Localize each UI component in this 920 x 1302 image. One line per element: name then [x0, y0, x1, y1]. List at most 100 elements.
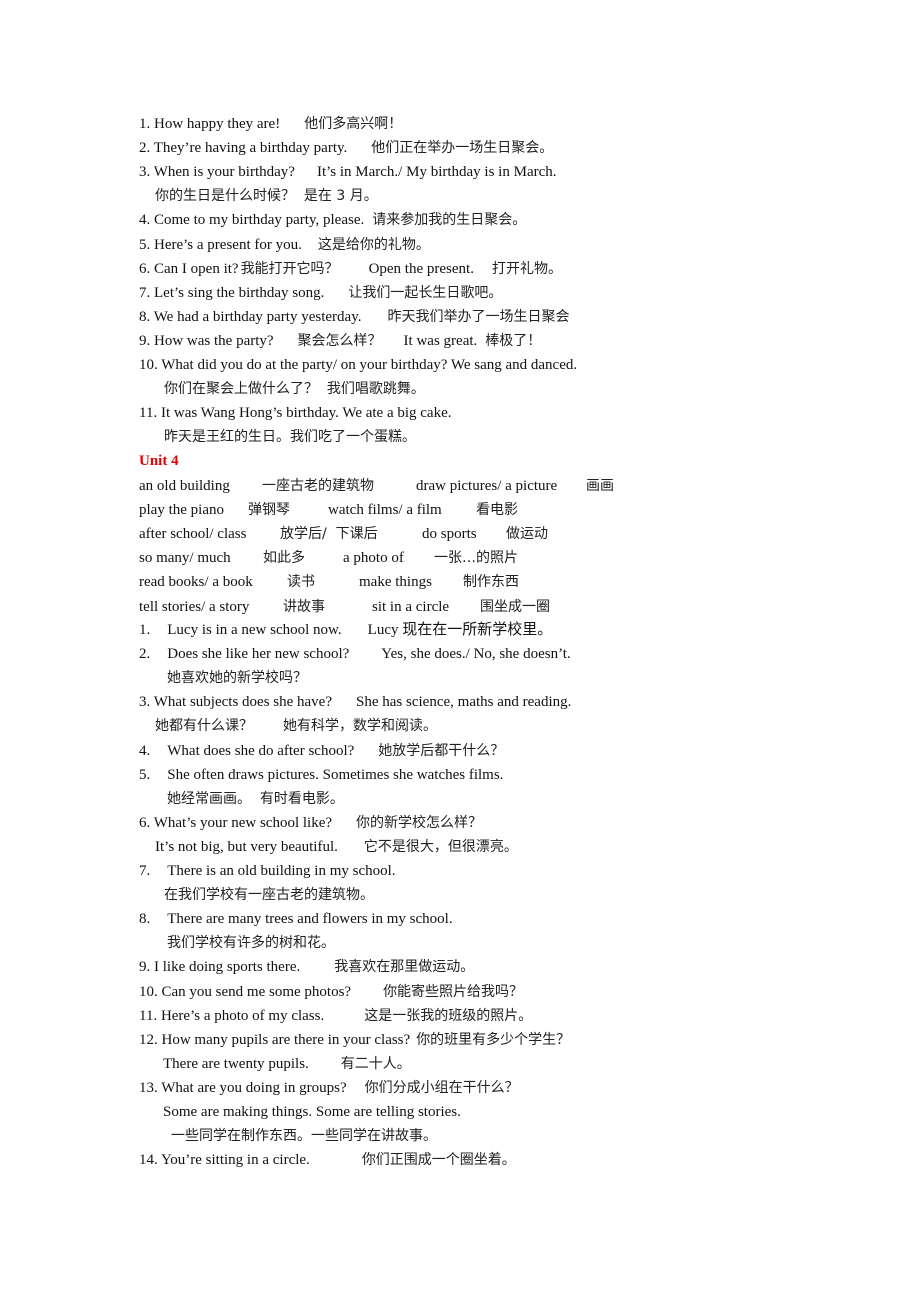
chinese-translation: 你能寄些照片给我吗？ [383, 983, 524, 1000]
vocab-phrase: watch films/ a film [328, 502, 442, 519]
chinese-translation: 请来参加我的生日聚会。 [372, 212, 527, 229]
english-text: 5. [139, 766, 151, 783]
vocab-translation: 讲故事 [283, 598, 325, 615]
english-text: It’s in March./ My birthday is in March. [316, 164, 557, 181]
english-text: 4. [139, 742, 151, 759]
vocab-row: tell stories/ a story 讲故事 sit in a circle 围… [139, 597, 639, 617]
vocab-translation: 放学后/ 下课后 [280, 526, 378, 543]
english-text: 6. Can I open it? [139, 260, 239, 277]
text-line: 她经常画画。 有时看电影。 [167, 789, 344, 809]
text-line: 3. What subjects does she have? She has s… [139, 692, 571, 712]
chinese-translation: 一些同学在制作东西。一些同学在讲故事。 [171, 1128, 437, 1145]
english-text: 3. What subjects does she have? [139, 694, 333, 711]
text-line: 7. There is an old building in my school. [139, 861, 396, 881]
chinese-translation: 昨天是王红的生日。我们吃了一个蛋糕。 [164, 429, 416, 446]
english-text: 14. You’re sitting in a circle. [139, 1152, 310, 1169]
text-line: 9. How was the party? 聚会怎么样？ It was great.… [139, 331, 541, 351]
vocab-translation: 制作东西 [463, 574, 519, 591]
text-line: 昨天是王红的生日。我们吃了一个蛋糕。 [164, 427, 416, 447]
english-text: Does she like her new school? [167, 646, 350, 663]
chinese-translation: 你的班里有多少个学生？ [416, 1031, 571, 1048]
english-text: 7. Let’s sing the birthday song. [139, 284, 325, 301]
text-line: 你的生日是什么时候？ 是在 3 月。 [155, 186, 378, 206]
text-line: 5. She often draws pictures. Sometimes sh… [139, 765, 503, 785]
chinese-translation: 它不是很大，但很漂亮。 [363, 838, 518, 855]
english-text: 1. [139, 622, 151, 638]
text-line: 在我们学校有一座古老的建筑物。 [164, 885, 374, 905]
chinese-translation: 她经常画画。 有时看电影。 [167, 790, 344, 807]
vocab-phrase: so many/ much [139, 550, 231, 567]
english-text: Some are making things. Some are telling… [163, 1104, 461, 1120]
english-text: 1. How happy they are! [139, 116, 281, 132]
text-line: 11. Here’s a photo of my class. 这是一张我的班级的… [139, 1006, 532, 1026]
english-text: She often draws pictures. Sometimes she … [167, 766, 504, 783]
chinese-translation: 她都有什么课？ [155, 718, 253, 735]
text-line: 8. We had a birthday party yesterday. 昨天我… [139, 307, 569, 327]
text-line: 4. What does she do after school? 她放学后都干什么… [139, 741, 504, 761]
text-line: 10. Can you send me some photos? 你能寄些照片给我… [139, 982, 523, 1002]
chinese-translation: 你的生日是什么时候？ 是在 3 月。 [155, 188, 378, 205]
english-text: 5. Here’s a present for you. [139, 236, 302, 253]
text-line: 她喜欢她的新学校吗？ [167, 668, 307, 688]
english-text: Yes, she does./ No, she doesn’t. [381, 646, 571, 663]
vocab-phrase: after school/ class [139, 526, 247, 543]
text-line: There are twenty pupils. 有二十人。 [163, 1054, 411, 1074]
unit-heading: Unit 4 [139, 453, 179, 469]
english-text: 8. We had a birthday party yesterday. [139, 308, 362, 325]
text-line: 一些同学在制作东西。一些同学在讲故事。 [171, 1126, 437, 1146]
chinese-translation: 有二十人。 [340, 1055, 411, 1072]
vocab-translation: 围坐成一圈 [480, 598, 550, 615]
text-line: 她都有什么课？ 她有科学，数学和阅读。 [155, 716, 437, 736]
vocab-row: after school/ class 放学后/ 下课后 do sports 做运动 [139, 524, 639, 544]
chinese-translation: 这是给你的礼物。 [317, 236, 430, 253]
vocab-row: read books/ a book 读书 make things 制作东西 [139, 572, 639, 592]
vocab-phrase: draw pictures/ a picture [416, 478, 558, 494]
vocab-translation: 读书 [287, 574, 315, 591]
vocab-row: an old building 一座古老的建筑物 draw pictures/ a … [139, 476, 639, 496]
text-line: 你们在聚会上做什么了？ 我们唱歌跳舞。 [164, 379, 425, 399]
chinese-translation: 打开礼物。 [491, 260, 562, 277]
text-line: 10. What did you do at the party/ on you… [139, 355, 577, 375]
chinese-translation: 我喜欢在那里做运动。 [334, 959, 475, 976]
text-line: It’s not big, but very beautiful. 它不是很大，但… [155, 837, 518, 857]
text-line: 11. It was Wang Hong’s birthday. We ate … [139, 403, 452, 423]
english-text: What does she do after school? [167, 742, 355, 759]
chinese-translation: 他们多高兴啊！ [304, 116, 403, 132]
english-text: 12. How many pupils are there in your cl… [139, 1031, 411, 1048]
text-line: 12. How many pupils are there in your cl… [139, 1030, 570, 1050]
english-text: 10. What did you do at the party/ on you… [139, 357, 578, 373]
english-text: 8. [139, 911, 151, 928]
chinese-translation: 聚会怎么样？ [297, 332, 382, 349]
english-text: 2. [139, 646, 151, 663]
text-line: 6. What’s your new school like? 你的新学校怎么样？ [139, 813, 482, 833]
chinese-translation: 昨天我们举办了一场生日聚会 [387, 308, 570, 325]
vocab-translation: 如此多 [263, 550, 305, 567]
chinese-translation: 他们正在举办一场生日聚会。 [371, 140, 554, 157]
chinese-translation: 你们分成小组在干什么？ [364, 1079, 519, 1096]
english-text: 10. Can you send me some photos? [139, 983, 352, 1000]
english-text: 11. Here’s a photo of my class. [139, 1007, 325, 1024]
vocab-row: play the piano 弹钢琴 watch films/ a film 看电影 [139, 500, 639, 520]
english-text: 13. What are you doing in groups? [139, 1079, 347, 1096]
vocab-phrase: play the piano [139, 502, 224, 519]
text-line: 1. Lucy is in a new school now. Lucy 现在在一所… [139, 620, 552, 640]
chinese-translation: 她喜欢她的新学校吗？ [167, 670, 307, 687]
english-text: 9. How was the party? [139, 332, 274, 349]
english-text: 3. When is your birthday? [139, 164, 295, 181]
chinese-translation: 在我们学校有一座古老的建筑物。 [164, 887, 374, 904]
text-line: 6. Can I open it? 我能打开它吗？ Open the present… [139, 259, 562, 279]
text-line: 1. How happy they are! 他们多高兴啊！ [139, 114, 402, 134]
english-text: 7. [139, 863, 151, 879]
vocab-phrase: a photo of [343, 550, 404, 567]
text-line: 2. They’re having a birthday party. 他们正在举… [139, 138, 553, 158]
vocab-translation: 一张…的照片 [434, 550, 518, 567]
text-line: Some are making things. Some are telling… [163, 1102, 461, 1122]
chinese-translation: 我们学校有许多的树和花。 [167, 935, 335, 952]
chinese-translation: 她放学后都干什么？ [378, 742, 505, 759]
english-text: Lucy is in a new school now. [167, 622, 342, 638]
english-text: There are twenty pupils. [163, 1055, 309, 1072]
chinese-translation: 棒极了！ [485, 332, 542, 349]
vocab-translation: 弹钢琴 [248, 502, 290, 519]
chinese-translation: 你的新学校怎么样？ [356, 814, 483, 831]
text-line: 7. Let’s sing the birthday song. 让我们一起长生日… [139, 283, 502, 303]
